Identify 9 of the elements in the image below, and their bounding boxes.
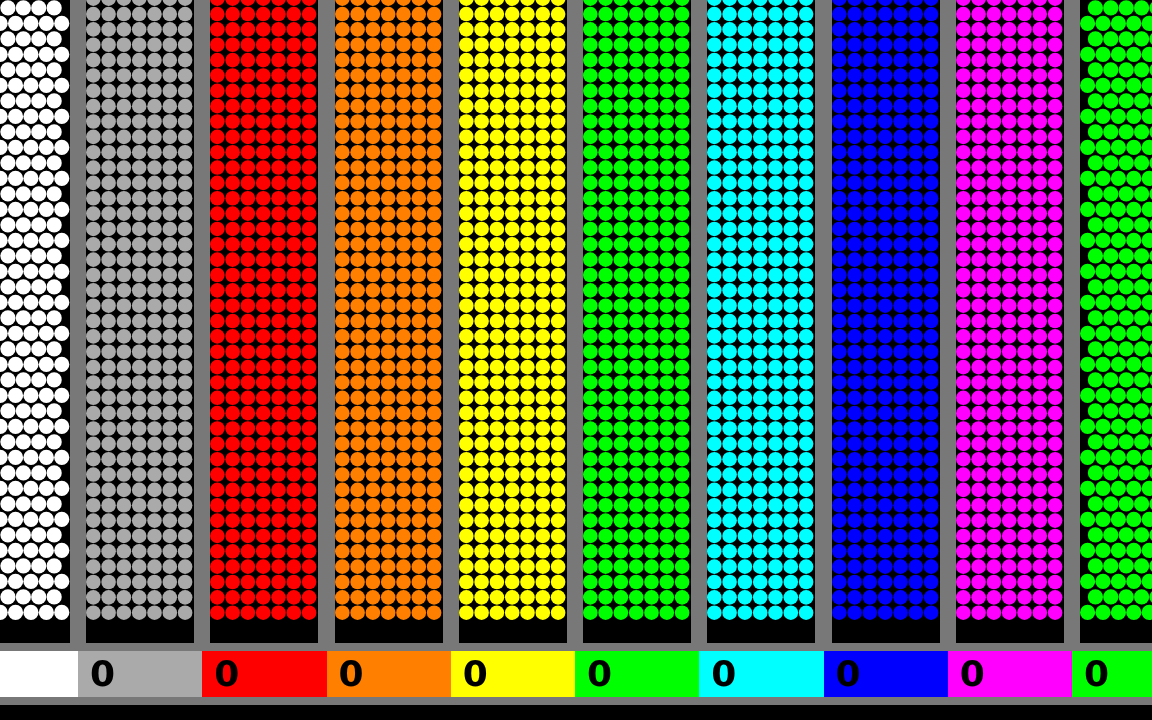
counter-value: 0 bbox=[338, 652, 364, 696]
counter-value: 0 bbox=[835, 652, 861, 696]
counter-value: 0 bbox=[1084, 652, 1110, 696]
counter-value: 0 bbox=[711, 652, 737, 696]
counter-value: 0 bbox=[90, 652, 116, 696]
counter-value: 0 bbox=[214, 652, 240, 696]
counter-value: 0 bbox=[587, 652, 613, 696]
counter-value: 0 bbox=[959, 652, 985, 696]
counter-value: 0 bbox=[462, 652, 488, 696]
